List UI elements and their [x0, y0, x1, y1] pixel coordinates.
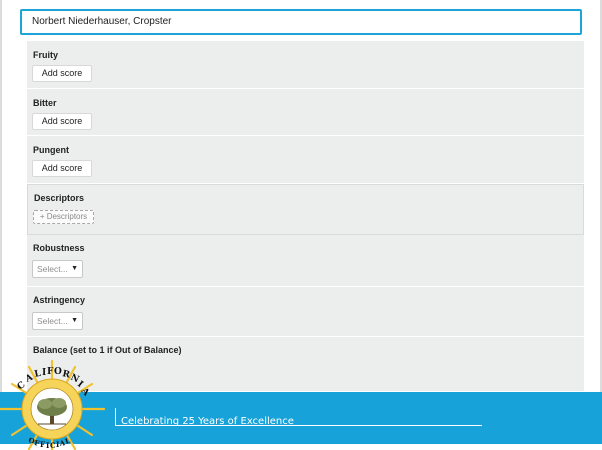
svg-text:I: I — [42, 368, 46, 378]
california-seal-logo: C A L I F O R N I A O F F I C I A L — [0, 359, 106, 450]
section-astringency: Astringency Select... ▼ — [27, 287, 584, 337]
section-title-astringency: Astringency — [33, 295, 86, 305]
svg-text:F: F — [47, 367, 54, 377]
robustness-select[interactable]: Select... ▼ — [32, 260, 83, 278]
section-fruity: Fruity Add score — [27, 41, 584, 89]
chevron-down-icon: ▼ — [71, 265, 78, 272]
svg-text:C: C — [16, 380, 28, 392]
scoring-panel: Fruity Add score Bitter Add score Pungen… — [27, 41, 584, 391]
section-title-bitter: Bitter — [33, 98, 57, 108]
svg-text:F: F — [40, 440, 45, 449]
section-bitter: Bitter Add score — [27, 89, 584, 136]
page: Norbert Niederhauser, Cropster Fruity Ad… — [0, 0, 602, 450]
footer-tagline: Celebrating 25 Years of Excellence — [121, 416, 294, 427]
section-title-pungent: Pungent — [33, 145, 69, 155]
add-descriptors-button[interactable]: + Descriptors — [33, 210, 94, 224]
svg-text:I: I — [46, 441, 49, 450]
section-pungent: Pungent Add score — [27, 136, 584, 184]
add-score-fruity-button[interactable]: Add score — [32, 65, 92, 82]
add-score-pungent-button[interactable]: Add score — [32, 160, 92, 177]
robustness-select-value: Select... — [37, 264, 68, 274]
section-title-robustness: Robustness — [33, 243, 85, 253]
chevron-down-icon: ▼ — [71, 317, 78, 324]
astringency-select-value: Select... — [37, 316, 68, 326]
svg-text:O: O — [54, 367, 62, 377]
section-descriptors: Descriptors + Descriptors — [27, 184, 584, 235]
section-robustness: Robustness Select... ▼ — [27, 235, 584, 287]
judge-name-field[interactable]: Norbert Niederhauser, Cropster — [20, 9, 582, 35]
section-title-balance: Balance (set to 1 if Out of Balance) — [33, 345, 182, 355]
section-title-fruity: Fruity — [33, 50, 59, 60]
add-score-bitter-button[interactable]: Add score — [32, 113, 92, 130]
section-title-descriptors: Descriptors — [34, 193, 85, 203]
astringency-select[interactable]: Select... ▼ — [32, 312, 83, 330]
